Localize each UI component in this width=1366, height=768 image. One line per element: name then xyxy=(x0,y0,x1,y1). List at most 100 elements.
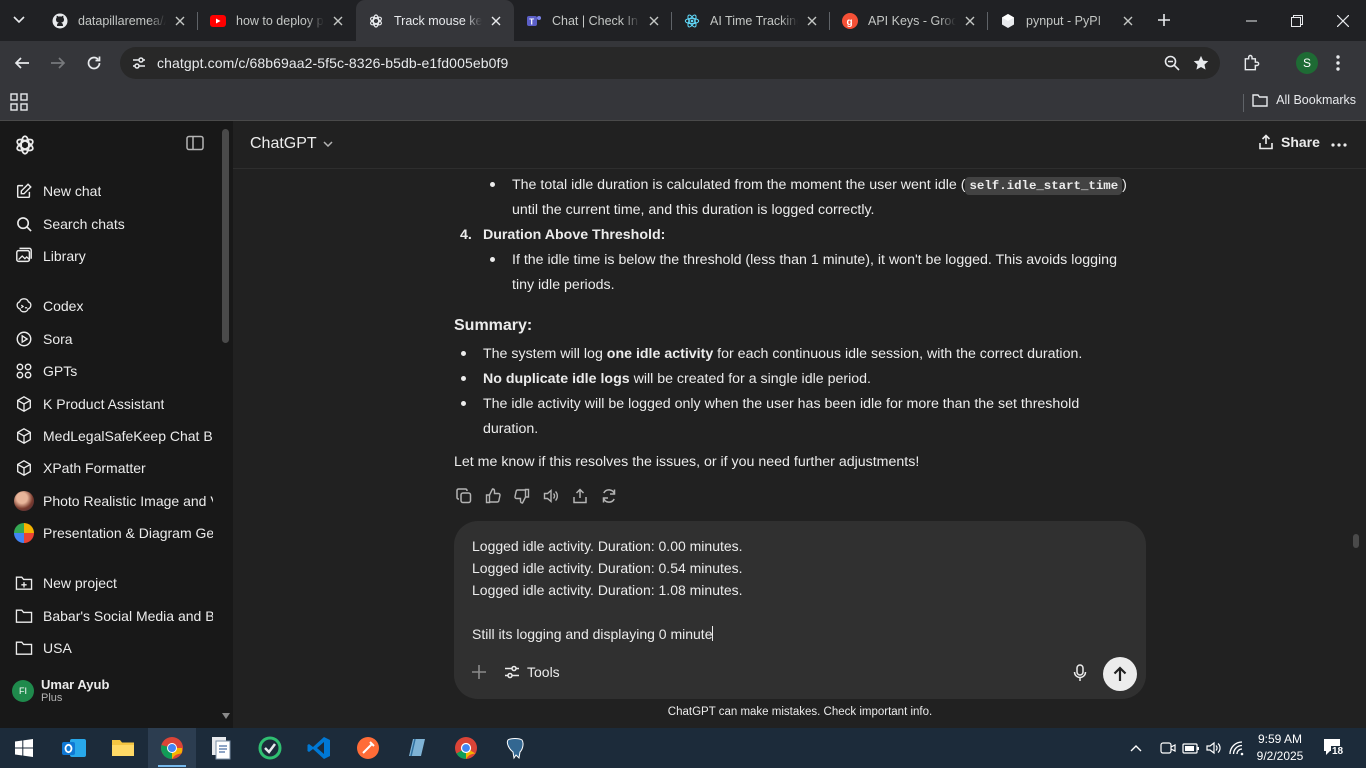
copy-icon xyxy=(456,488,472,504)
scroll-down-icon[interactable] xyxy=(222,713,230,721)
sora-icon xyxy=(14,329,34,349)
message-text: The total idle duration is calculated fr… xyxy=(512,177,1127,195)
user-menu[interactable]: FI Umar Ayub Plus xyxy=(12,677,109,705)
sidebar-item-label: Search chats xyxy=(43,216,125,232)
taskbar-postgresql[interactable] xyxy=(491,728,539,768)
tools-button[interactable]: Tools xyxy=(504,664,560,680)
bookmarks-bar: All Bookmarks xyxy=(0,85,1366,121)
prompt-input[interactable]: Logged idle activity. Duration: 0.00 min… xyxy=(472,535,743,645)
chrome-menu-button[interactable] xyxy=(1336,49,1340,77)
taskbar-documents[interactable] xyxy=(197,728,245,768)
close-icon[interactable] xyxy=(962,13,978,29)
url-text[interactable]: chatgpt.com/c/68b69aa2-5f5c-8326-b5db-e1… xyxy=(157,55,508,71)
browser-tab[interactable]: how to deploy python xyxy=(198,0,356,41)
share-message-button[interactable] xyxy=(571,487,589,505)
message-text: If the idle time is below the threshold … xyxy=(512,252,1117,268)
send-button[interactable] xyxy=(1103,657,1137,691)
puzzle-icon xyxy=(1244,54,1260,71)
chatgpt-logo-icon[interactable] xyxy=(14,134,36,156)
taskbar-app-green[interactable] xyxy=(246,728,294,768)
model-selector[interactable]: ChatGPT xyxy=(250,135,333,153)
close-icon[interactable] xyxy=(488,13,504,29)
zoom-icon[interactable] xyxy=(1164,55,1180,71)
browser-tab[interactable]: datapillaremea/AI xyxy=(40,0,198,41)
sidebar-item-gpts[interactable]: GPTs xyxy=(8,356,213,386)
clock[interactable]: 9:59 AM 9/2/2025 xyxy=(1248,731,1312,765)
sidebar-item-project[interactable]: USA xyxy=(8,633,213,663)
taskbar-chrome[interactable] xyxy=(148,728,196,768)
user-name: Umar Ayub xyxy=(41,677,110,692)
add-attachment-button[interactable] xyxy=(471,664,487,680)
thumbs-up-button[interactable] xyxy=(484,487,502,505)
sidebar-item-new-project[interactable]: New project xyxy=(8,568,213,598)
site-info-icon[interactable] xyxy=(124,48,154,78)
address-bar[interactable]: chatgpt.com/c/68b69aa2-5f5c-8326-b5db-e1… xyxy=(120,47,1220,79)
close-icon[interactable] xyxy=(172,13,188,29)
browser-tab[interactable]: T Chat | Check In | Tasks xyxy=(514,0,672,41)
wifi-icon[interactable] xyxy=(1228,740,1246,756)
forward-button[interactable] xyxy=(44,49,72,77)
back-button[interactable] xyxy=(8,49,36,77)
bookmark-star-icon[interactable] xyxy=(1192,54,1210,72)
copy-button[interactable] xyxy=(455,487,473,505)
start-button[interactable] xyxy=(0,728,48,768)
chevron-up-icon[interactable] xyxy=(1130,744,1142,752)
gpt-avatar xyxy=(14,523,34,543)
browser-tab[interactable]: AI Time Tracking xyxy=(672,0,830,41)
thumbs-down-icon xyxy=(514,488,530,504)
dictate-button[interactable] xyxy=(1073,664,1087,682)
close-icon[interactable] xyxy=(330,13,346,29)
browser-tab[interactable]: g API Keys - GroqCloud xyxy=(830,0,988,41)
close-icon[interactable] xyxy=(1120,13,1136,29)
reload-button[interactable] xyxy=(80,49,108,77)
taskbar-app-blue[interactable] xyxy=(393,728,441,768)
tab-title: Track mouse keyboard xyxy=(394,13,482,28)
close-icon[interactable] xyxy=(804,13,820,29)
profile-button[interactable]: S xyxy=(1296,49,1318,77)
thumbs-down-button[interactable] xyxy=(513,487,531,505)
sidebar-item-search-chats[interactable]: Search chats xyxy=(8,209,213,239)
sidebar-item-project[interactable]: Babar's Social Media and Branding xyxy=(8,601,213,631)
sidebar-item-sora[interactable]: Sora xyxy=(8,324,213,354)
action-center-button[interactable]: 18 xyxy=(1322,737,1345,759)
regenerate-button[interactable] xyxy=(600,487,618,505)
sidebar-item-library[interactable]: Library xyxy=(8,241,213,271)
sidebar-item-codex[interactable]: Codex xyxy=(8,291,213,321)
sidebar-item-gpt[interactable]: Photo Realistic Image and Video Generato… xyxy=(8,486,213,516)
apps-grid-icon[interactable] xyxy=(10,93,28,111)
battery-icon[interactable] xyxy=(1182,741,1200,755)
more-options-button[interactable] xyxy=(1331,135,1347,155)
meet-now-icon[interactable] xyxy=(1160,740,1176,756)
minimize-button[interactable] xyxy=(1228,0,1274,41)
browser-tab[interactable]: pynput - PyPI xyxy=(988,0,1146,41)
taskbar-vscode[interactable] xyxy=(295,728,343,768)
tab-search-button[interactable] xyxy=(6,7,32,33)
sidebar-item-gpt[interactable]: MedLegalSafeKeep Chat Bot xyxy=(8,421,213,451)
close-window-button[interactable] xyxy=(1320,0,1366,41)
tab-title: how to deploy python xyxy=(236,13,324,28)
sidebar-item-gpt[interactable]: XPath Formatter xyxy=(8,453,213,483)
taskbar-chrome-profile[interactable] xyxy=(442,728,490,768)
share-button[interactable]: Share xyxy=(1258,134,1320,150)
close-icon[interactable] xyxy=(646,13,662,29)
new-tab-button[interactable] xyxy=(1150,6,1178,34)
taskbar-postman[interactable] xyxy=(344,728,392,768)
close-sidebar-button[interactable] xyxy=(186,135,204,151)
read-aloud-button[interactable] xyxy=(542,487,560,505)
share-icon xyxy=(1259,134,1273,150)
extensions-button[interactable] xyxy=(1242,49,1262,77)
taskbar-file-explorer[interactable] xyxy=(99,728,147,768)
restore-button[interactable] xyxy=(1274,0,1320,41)
all-bookmarks-button[interactable]: All Bookmarks xyxy=(1252,93,1356,107)
sidebar-item-new-chat[interactable]: New chat xyxy=(8,176,213,206)
main-scrollbar[interactable] xyxy=(1353,534,1359,548)
browser-tab-active[interactable]: Track mouse keyboard xyxy=(356,0,514,41)
taskbar-outlook[interactable] xyxy=(50,728,98,768)
folder-icon xyxy=(112,740,134,756)
chevron-down-icon xyxy=(13,16,25,24)
sidebar-scrollbar[interactable] xyxy=(222,129,229,343)
sidebar-item-gpt[interactable]: Presentation & Diagram Generator xyxy=(8,518,213,548)
sidebar-item-gpt[interactable]: K Product Assistant xyxy=(8,389,213,419)
avatar: FI xyxy=(12,680,34,702)
volume-icon[interactable] xyxy=(1206,740,1222,756)
